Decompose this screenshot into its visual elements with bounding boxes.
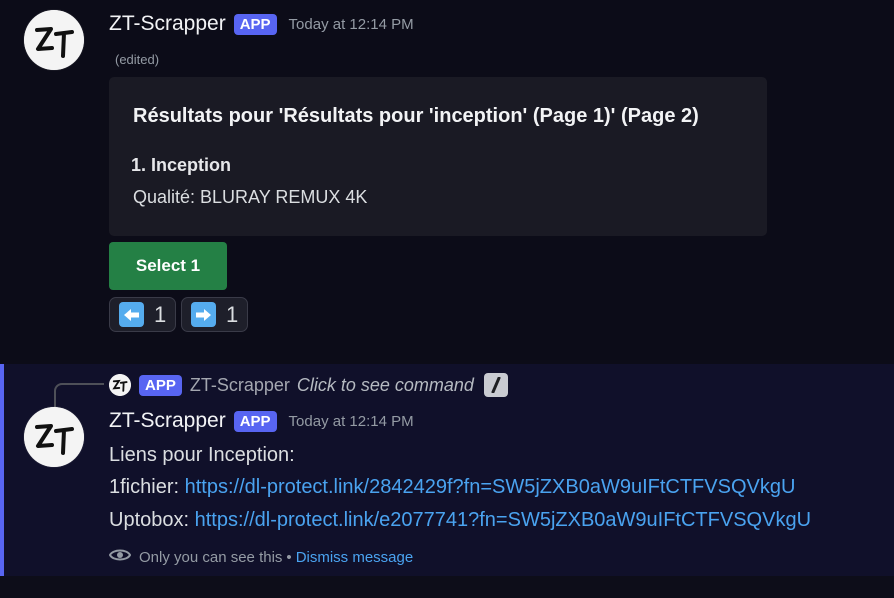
arrow-right-icon <box>191 302 216 327</box>
message-1: ZT-Scrapper APP Today at 12:14 PM (edite… <box>0 0 894 364</box>
previous-page-button[interactable]: 1 <box>109 297 176 332</box>
separator: • <box>286 548 292 566</box>
reply-username[interactable]: ZT-Scrapper <box>190 375 290 396</box>
message-header: ZT-Scrapper APP Today at 12:14 PM <box>109 12 414 36</box>
click-to-see-command[interactable]: Click to see command <box>297 375 474 396</box>
reply-connector <box>54 383 104 407</box>
timestamp[interactable]: Today at 12:14 PM <box>289 16 414 33</box>
bot-avatar[interactable] <box>24 10 84 70</box>
link-uptobox[interactable]: https://dl-protect.link/e2077741?fn=SW5j… <box>195 509 811 531</box>
ephemeral-notice: Only you can see this • Dismiss message <box>108 547 414 567</box>
app-badge: APP <box>233 13 277 35</box>
link-row-1fichier: 1fichier: https://dl-protect.link/284242… <box>109 476 795 499</box>
next-count: 1 <box>226 301 239 327</box>
embed-title: Résultats pour 'Résultats pour 'inceptio… <box>133 105 699 127</box>
previous-count: 1 <box>154 301 167 327</box>
link-row-uptobox: Uptobox: https://dl-protect.link/e207774… <box>109 509 811 532</box>
only-you-text: Only you can see this <box>139 548 283 566</box>
select-1-button[interactable]: Select 1 <box>109 242 227 290</box>
timestamp-2[interactable]: Today at 12:14 PM <box>289 413 414 430</box>
zt-logo-icon <box>24 407 84 467</box>
embed-field-name: 1. Inception <box>131 155 232 175</box>
command-reply-header[interactable]: APP ZT-Scrapper Click to see command <box>109 373 508 397</box>
dismiss-message-link[interactable]: Dismiss message <box>296 549 414 566</box>
zt-logo-icon <box>24 10 84 70</box>
username[interactable]: ZT-Scrapper <box>109 12 226 36</box>
slash-command-icon <box>483 373 508 397</box>
results-embed: Résultats pour 'Résultats pour 'inceptio… <box>109 77 767 236</box>
username-2[interactable]: ZT-Scrapper <box>109 409 226 433</box>
link-label-1fichier: 1fichier: <box>109 476 180 498</box>
eye-icon <box>108 547 132 567</box>
message-header-2: ZT-Scrapper APP Today at 12:14 PM <box>109 409 414 433</box>
arrow-left-icon <box>119 302 144 327</box>
link-1fichier[interactable]: https://dl-protect.link/2842429f?fn=SW5j… <box>185 476 796 498</box>
highlight-border <box>0 364 4 576</box>
embed-field-value: Qualité: BLURAY REMUX 4K <box>133 187 368 207</box>
mini-avatar <box>109 374 131 396</box>
links-heading: Liens pour Inception: <box>109 444 295 466</box>
app-badge-2: APP <box>233 410 277 432</box>
edited-label: (edited) <box>115 52 160 67</box>
link-label-uptobox: Uptobox: <box>109 509 190 531</box>
message-2: APP ZT-Scrapper Click to see command ZT-… <box>0 364 894 576</box>
reply-app-badge: APP <box>139 374 182 396</box>
next-page-button[interactable]: 1 <box>181 297 248 332</box>
bot-avatar-2[interactable] <box>24 407 84 467</box>
